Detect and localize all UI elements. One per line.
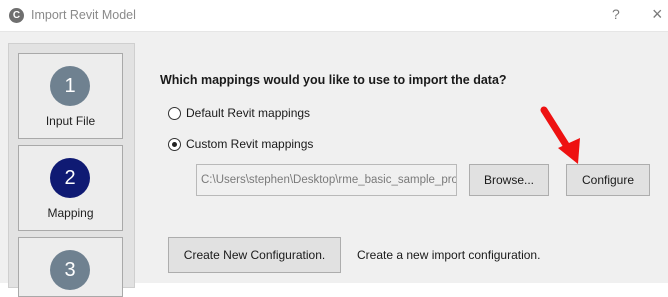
step-label: Input File	[45, 114, 96, 128]
radio-selected-dot	[172, 142, 177, 147]
mapping-file-path-field[interactable]: C:\Users\stephen\Desktop\rme_basic_sampl…	[196, 164, 457, 196]
step-label: Mapping	[47, 206, 94, 220]
browse-button[interactable]: Browse...	[469, 164, 549, 196]
window-title: Import Revit Model	[31, 8, 136, 22]
radio-button[interactable]	[168, 107, 181, 120]
red-arrow-icon	[540, 106, 580, 164]
close-icon[interactable]: ×	[652, 4, 663, 25]
radio-button[interactable]	[168, 138, 181, 151]
step-input-file[interactable]: 1 Input File	[18, 53, 123, 139]
step-mapping[interactable]: 2 Mapping	[18, 145, 123, 231]
configure-button[interactable]: Configure	[566, 164, 650, 196]
radio-label: Custom Revit mappings	[186, 137, 314, 151]
step-number-badge: 1	[50, 66, 90, 106]
title-bar: C Import Revit Model ? ×	[0, 0, 668, 32]
create-new-configuration-button[interactable]: Create New Configuration.	[168, 237, 341, 273]
create-configuration-hint: Create a new import configuration.	[357, 248, 541, 262]
app-logo-icon: C	[9, 8, 24, 23]
step-number-badge: 2	[50, 158, 90, 198]
step-number-badge: 3	[50, 250, 90, 290]
radio-label: Default Revit mappings	[186, 106, 311, 120]
step-3[interactable]: 3	[18, 237, 123, 297]
help-icon[interactable]: ?	[612, 6, 620, 22]
mapping-question: Which mappings would you like to use to …	[160, 73, 507, 87]
